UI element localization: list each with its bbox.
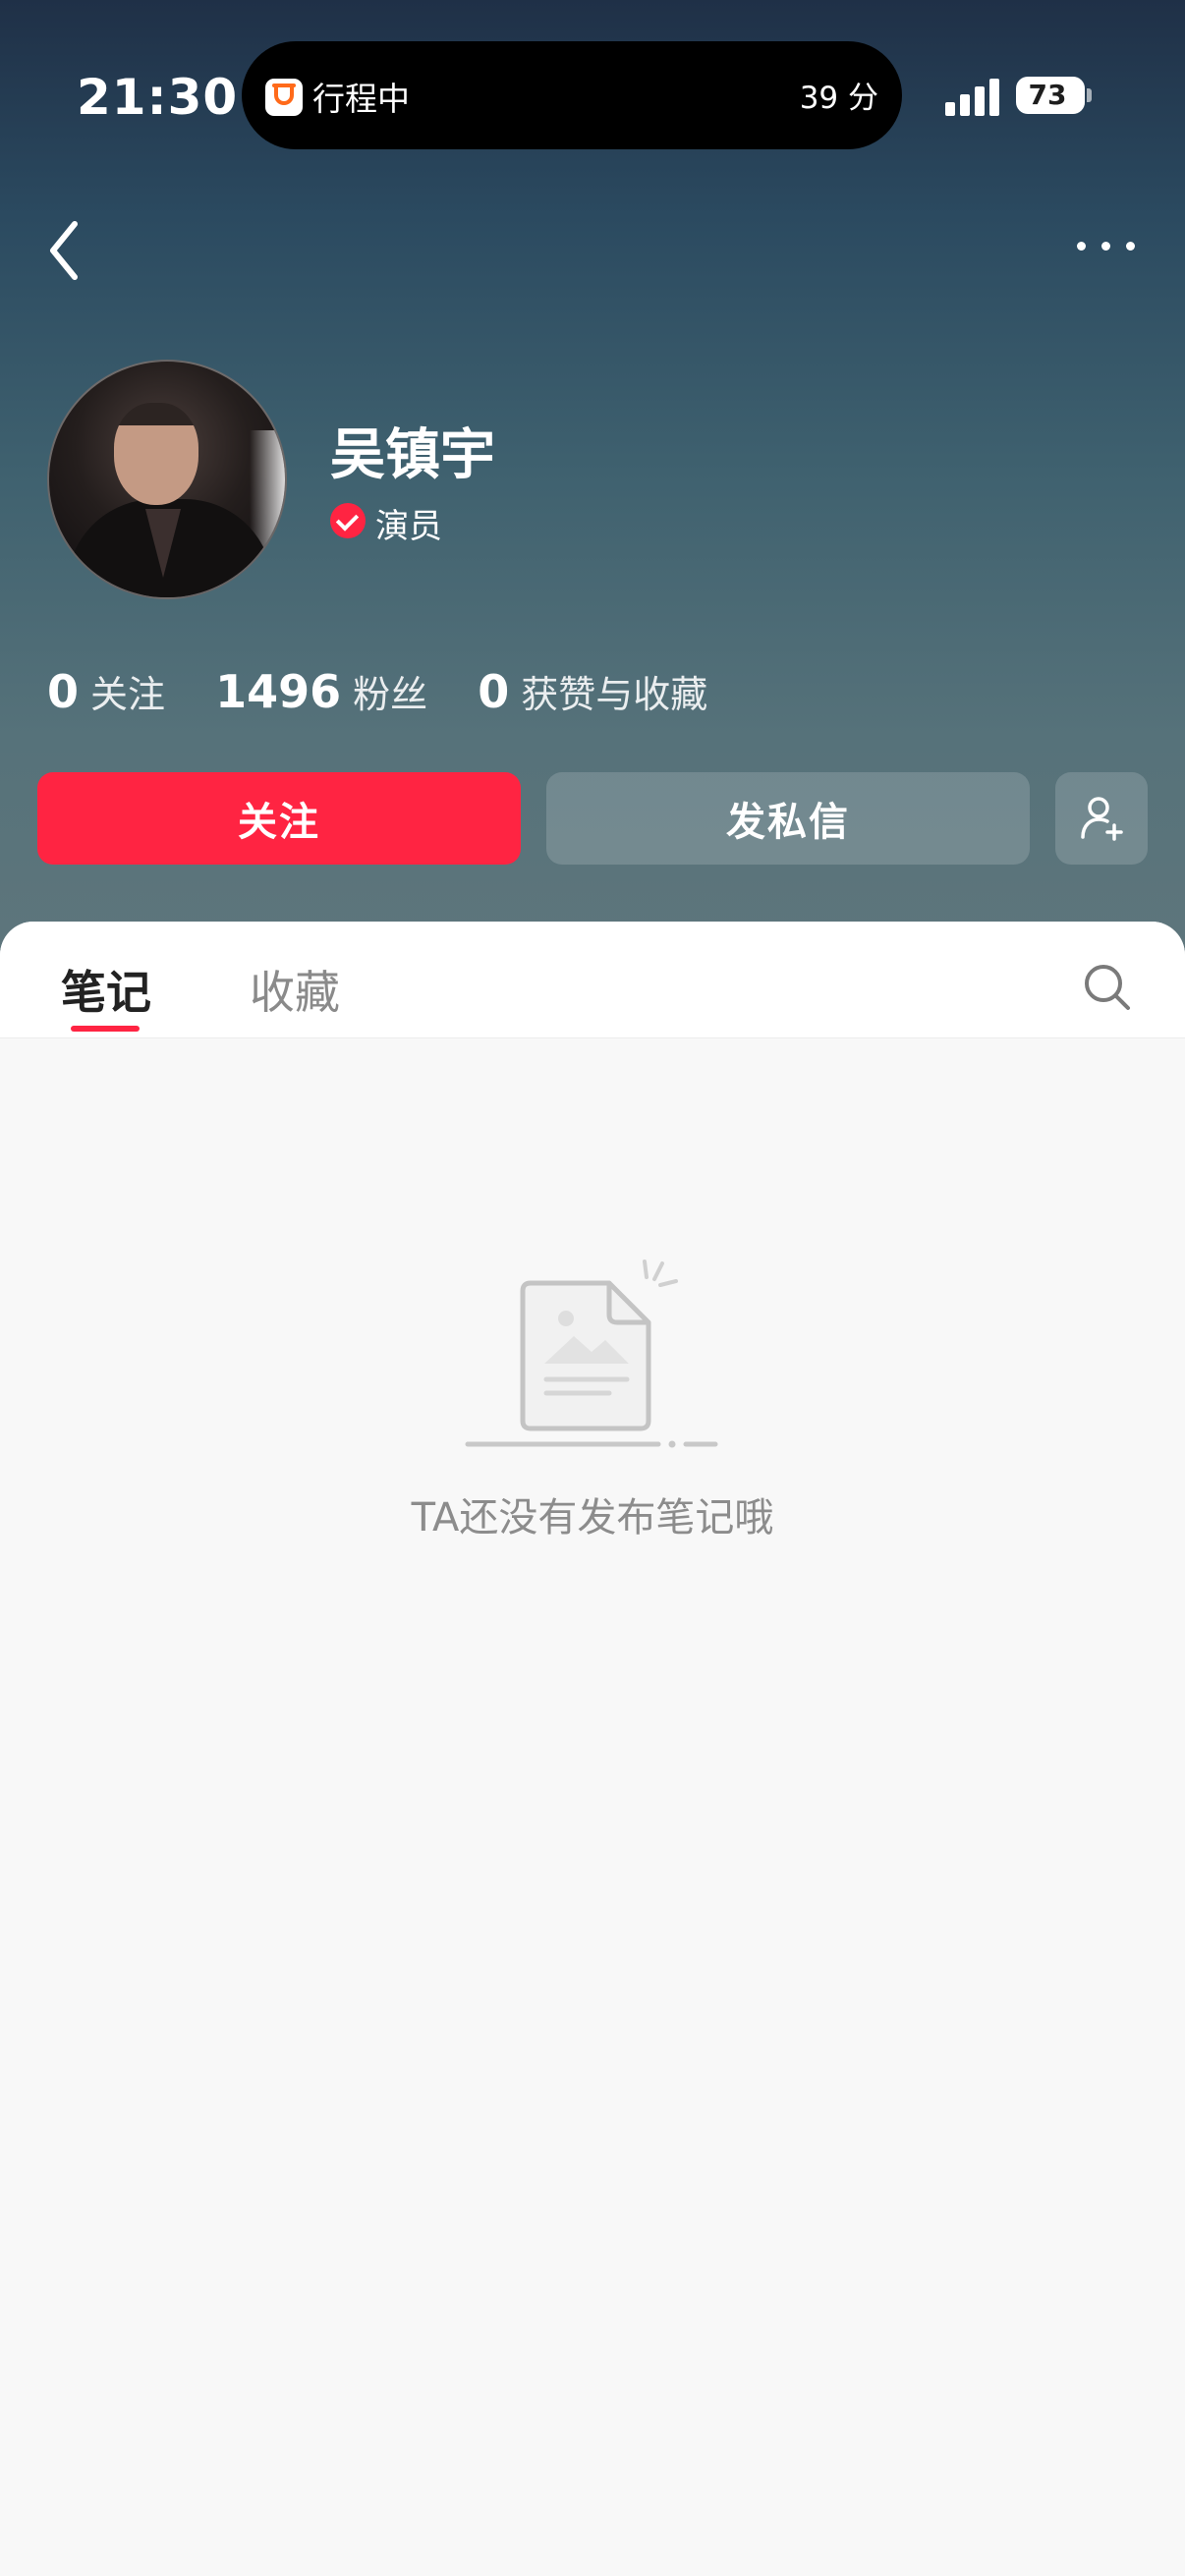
status-time: 21:30 [77, 69, 239, 126]
search-icon[interactable] [1081, 961, 1134, 1014]
battery-tip [1087, 88, 1092, 102]
profile-stats: 0 关注 1496 粉丝 0 获赞与收藏 [47, 664, 753, 718]
add-user-button[interactable] [1055, 772, 1148, 865]
content-card: 笔记 收藏 [0, 922, 1185, 2576]
tab-notes[interactable]: 笔记 [61, 957, 151, 1022]
activity-label: 行程中 [312, 80, 410, 118]
activity-eta: 39 分 [799, 81, 878, 116]
stat-label: 获赞与收藏 [521, 673, 708, 716]
active-tab-indicator [71, 1026, 140, 1032]
stat-following[interactable]: 0 关注 [47, 664, 165, 718]
stat-value: 0 [478, 665, 510, 718]
profile-header: 21:30 行程中 39 分 73 吴镇宇 演员 0 关注 1496 粉丝 0 … [0, 0, 1185, 982]
more-dots-icon[interactable] [1071, 228, 1142, 267]
stat-likes-collects[interactable]: 0 获赞与收藏 [478, 664, 707, 718]
message-button[interactable]: 发私信 [546, 772, 1030, 865]
follow-button[interactable]: 关注 [37, 772, 521, 865]
battery-icon: 73 [1016, 77, 1085, 114]
cup-app-icon [265, 79, 303, 116]
stat-label: 关注 [90, 673, 166, 716]
stat-followers[interactable]: 1496 粉丝 [215, 664, 427, 718]
empty-document-icon [462, 1254, 725, 1458]
profile-name: 吴镇宇 [330, 423, 495, 487]
stat-label: 粉丝 [353, 673, 428, 716]
stat-value: 1496 [215, 665, 342, 718]
profile-role: 演员 [375, 507, 442, 546]
avatar[interactable] [47, 360, 287, 599]
battery-level: 73 [1028, 79, 1067, 111]
add-user-icon [1081, 797, 1123, 841]
empty-state-text: TA还没有发布笔记哦 [411, 1495, 774, 1540]
dynamic-island-activity[interactable]: 行程中 39 分 [242, 41, 902, 149]
verified-check-icon [330, 503, 366, 538]
stat-value: 0 [47, 665, 80, 718]
tab-bar: 笔记 收藏 [0, 922, 1185, 1038]
tab-collections[interactable]: 收藏 [250, 957, 340, 1022]
chevron-left-icon[interactable] [41, 216, 90, 285]
signal-icon [945, 77, 1000, 116]
